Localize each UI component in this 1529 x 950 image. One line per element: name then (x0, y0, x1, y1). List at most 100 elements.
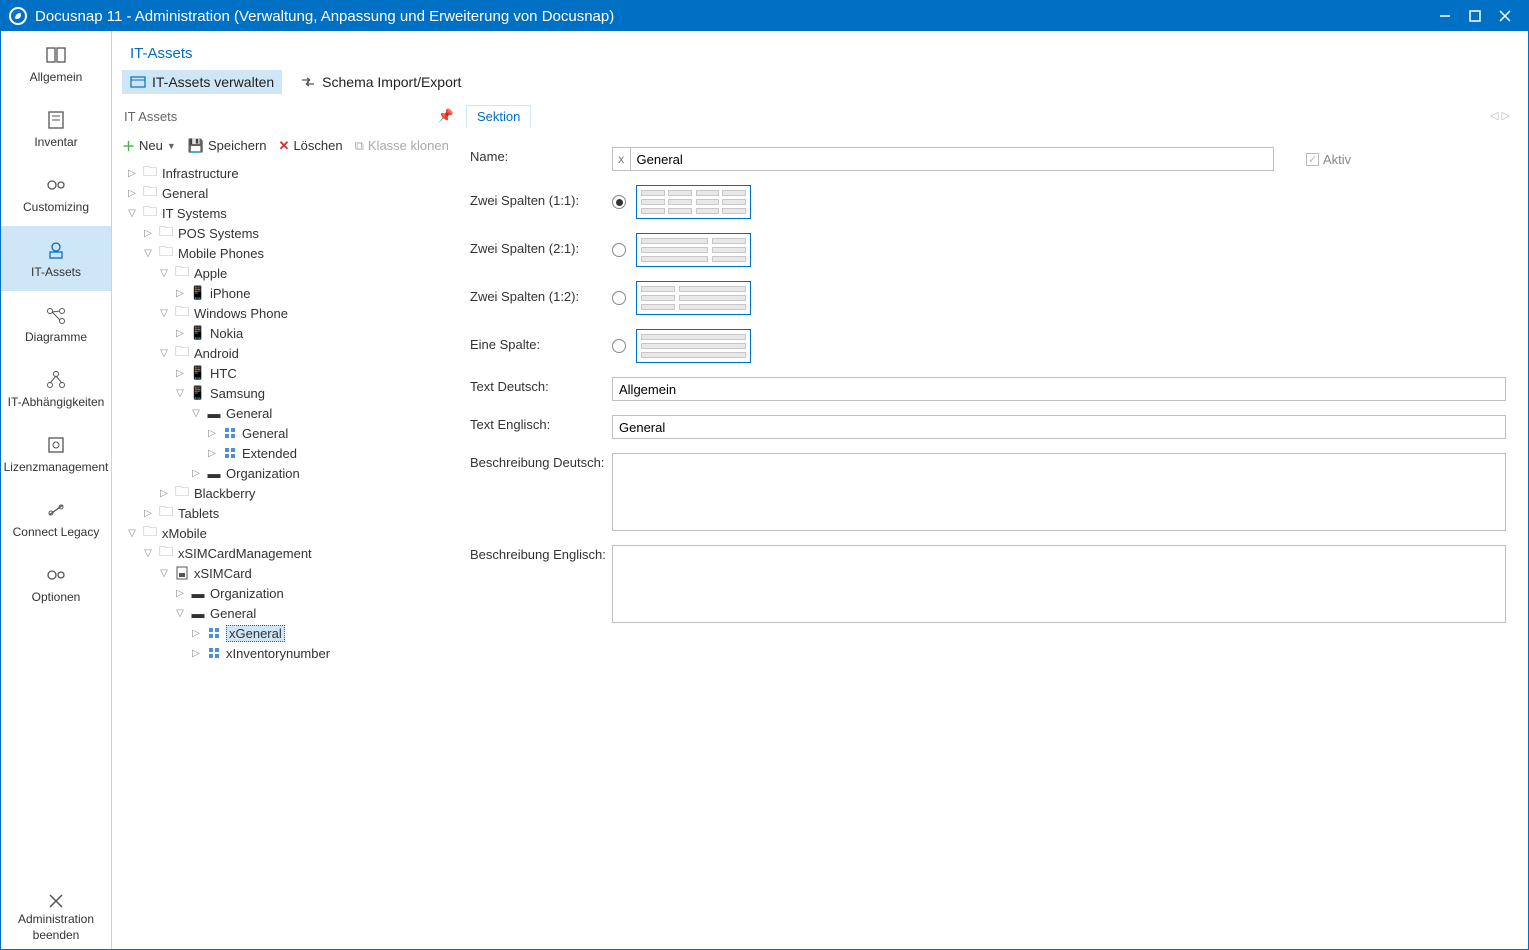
label-zwei-2-1: Zwei Spalten (2:1): (470, 233, 612, 256)
tree-item[interactable]: Organization (210, 586, 284, 601)
layout-preview-single (636, 329, 751, 363)
tree-item[interactable]: General (210, 606, 256, 621)
radio-layout-1-1[interactable] (612, 195, 626, 209)
page-title: IT-Assets (112, 31, 1528, 70)
section-icon: ▬ (206, 405, 222, 421)
btn-loeschen[interactable]: ✕Löschen (279, 138, 343, 154)
tree-item[interactable]: Tablets (178, 506, 219, 521)
input-name[interactable] (630, 147, 1274, 171)
folder-icon (158, 505, 174, 521)
nav-lizenz[interactable]: Lizenzmanagement (1, 421, 111, 486)
label-name: Name: (470, 147, 612, 164)
label-zwei-1-1: Zwei Spalten (1:1): (470, 185, 612, 208)
grid-icon (222, 425, 238, 441)
tree-item[interactable]: Windows Phone (194, 306, 288, 321)
app-logo-icon (9, 7, 27, 25)
nav-it-assets[interactable]: IT-Assets (1, 226, 111, 291)
label-zwei-1-2: Zwei Spalten (1:2): (470, 281, 612, 304)
tab-it-assets-verwalten[interactable]: IT-Assets verwalten (122, 70, 282, 94)
btn-speichern[interactable]: 💾Speichern (188, 138, 267, 154)
tree-title: IT Assets (124, 109, 177, 124)
input-text-englisch[interactable] (612, 415, 1506, 439)
nav-label: IT-Abhängigkeiten (8, 395, 105, 409)
textarea-beschr-deutsch[interactable] (612, 453, 1506, 531)
tab-schema-import-export[interactable]: Schema Import/Export (292, 70, 469, 94)
pin-icon[interactable]: 📌 (438, 108, 454, 124)
nav-customizing[interactable]: Customizing (1, 161, 111, 226)
btn-neu[interactable]: ＋Neu▼ (122, 136, 176, 155)
tree-item[interactable]: xSIMCardManagement (178, 546, 312, 561)
tree-item[interactable]: Organization (226, 466, 300, 481)
radio-layout-1-2[interactable] (612, 291, 626, 305)
tree-item[interactable]: General (162, 186, 208, 201)
minimize-button[interactable] (1430, 2, 1460, 30)
phone-icon: 📱 (190, 285, 206, 301)
folder-icon (142, 525, 158, 541)
layout-preview-2-1 (636, 233, 751, 267)
label-beschr-deutsch: Beschreibung Deutsch: (470, 453, 612, 470)
tree-item[interactable]: xMobile (162, 526, 207, 541)
tree-item[interactable]: Apple (194, 266, 227, 281)
window-title: Docusnap 11 - Administration (Verwaltung… (35, 8, 1430, 25)
tree-item[interactable]: xInventorynumber (226, 646, 330, 661)
phone-icon: 📱 (190, 385, 206, 401)
folder-icon (158, 225, 174, 241)
form-tab-sektion[interactable]: Sektion (466, 105, 531, 128)
nav-label: Optionen (32, 590, 81, 604)
tree-item[interactable]: xSIMCard (194, 566, 252, 581)
folder-icon (174, 345, 190, 361)
textarea-beschr-englisch[interactable] (612, 545, 1506, 623)
nav-allgemein[interactable]: Allgemein (1, 31, 111, 96)
tree-item[interactable]: iPhone (210, 286, 250, 301)
folder-icon (142, 165, 158, 181)
input-text-deutsch[interactable] (612, 377, 1506, 401)
nav-it-abh[interactable]: IT-Abhängigkeiten (1, 356, 111, 421)
tree-item[interactable]: General (226, 406, 272, 421)
tab-label: Schema Import/Export (322, 74, 461, 90)
tree-item[interactable]: HTC (210, 366, 237, 381)
checkbox-aktiv[interactable]: ✓ (1306, 153, 1319, 166)
sidebar: Allgemein Inventar Customizing IT-Assets… (1, 31, 112, 949)
nav-connect[interactable]: Connect Legacy (1, 486, 111, 551)
name-prefix: x (612, 147, 630, 171)
tree-item[interactable]: Android (194, 346, 239, 361)
tree-item[interactable]: Extended (242, 446, 297, 461)
folder-icon (142, 185, 158, 201)
nav-label: Diagramme (25, 330, 87, 344)
admin-exit-button[interactable]: Administration beenden (1, 884, 111, 949)
delete-icon: ✕ (279, 138, 290, 154)
nav-label: Allgemein (30, 70, 83, 84)
tree-item[interactable]: General (242, 426, 288, 441)
tree-item[interactable]: Nokia (210, 326, 243, 341)
folder-icon (174, 265, 190, 281)
layout-preview-1-2 (636, 281, 751, 315)
label-eine-spalte: Eine Spalte: (470, 329, 612, 352)
tree-item[interactable]: Infrastructure (162, 166, 239, 181)
btn-klasse-klonen[interactable]: ⧉Klasse klonen (355, 138, 449, 154)
phone-icon: 📱 (190, 325, 206, 341)
radio-layout-2-1[interactable] (612, 243, 626, 257)
tree-item[interactable]: Mobile Phones (178, 246, 264, 261)
nav-optionen[interactable]: Optionen (1, 551, 111, 616)
tree-item-selected[interactable]: xGeneral (226, 625, 285, 642)
tab-label: IT-Assets verwalten (152, 74, 274, 90)
nav-label: Inventar (34, 135, 77, 149)
label-text-englisch: Text Englisch: (470, 415, 612, 432)
folder-icon (142, 205, 158, 221)
tree-item[interactable]: Blackberry (194, 486, 255, 501)
tree-item[interactable]: POS Systems (178, 226, 259, 241)
nav-label: Customizing (23, 200, 89, 214)
close-button[interactable] (1490, 2, 1520, 30)
nav-inventar[interactable]: Inventar (1, 96, 111, 161)
tree-item[interactable]: IT Systems (162, 206, 227, 221)
tab-nav-arrows[interactable]: ◁ ▷ (1490, 109, 1514, 122)
sim-icon (174, 565, 190, 581)
nav-diagramme[interactable]: Diagramme (1, 291, 111, 356)
asset-tree[interactable]: ▷Infrastructure ▷General ▽IT Systems ▷PO… (112, 161, 462, 949)
maximize-button[interactable] (1460, 2, 1490, 30)
exit-label-1: Administration (18, 912, 94, 926)
radio-layout-single[interactable] (612, 339, 626, 353)
nav-label: IT-Assets (31, 265, 81, 279)
save-icon: 💾 (188, 138, 204, 154)
tree-item[interactable]: Samsung (210, 386, 265, 401)
